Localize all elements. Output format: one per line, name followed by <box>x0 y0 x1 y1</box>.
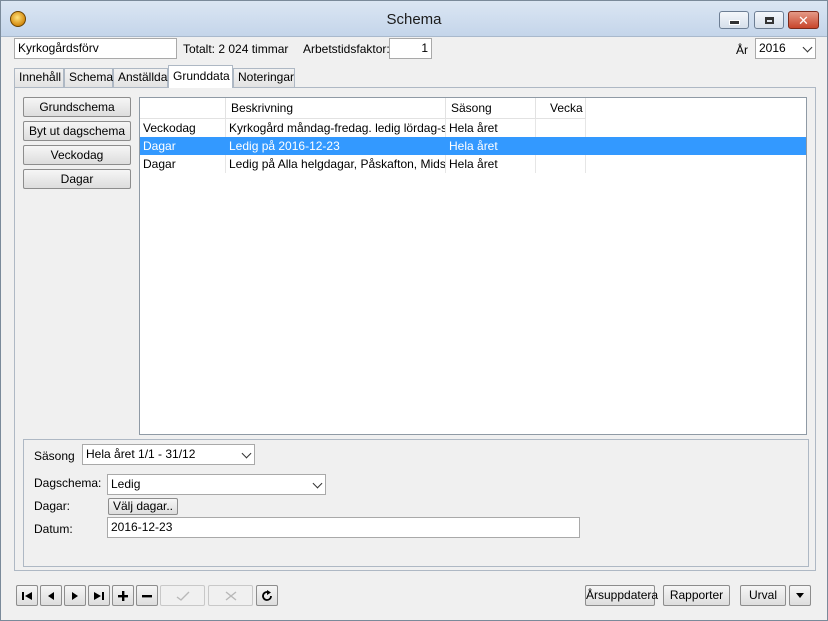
column-header-beskrivning[interactable]: Beskrivning <box>226 98 446 119</box>
row-description-cell: Kyrkogård måndag-fredag. ledig lördag-s.… <box>226 119 446 137</box>
plus-icon <box>118 590 128 601</box>
minimize-icon <box>728 20 740 25</box>
work-factor-label: Arbetstidsfaktor: <box>303 42 390 56</box>
minus-icon <box>142 594 152 597</box>
season-label: Säsong <box>34 449 75 463</box>
minimize-button[interactable] <box>719 11 749 29</box>
close-icon: ✕ <box>798 12 809 28</box>
year-select-value: 2016 <box>759 41 786 55</box>
row-week-cell <box>536 119 586 137</box>
arrow-right-icon <box>72 591 78 600</box>
row-description-cell: Ledig på 2016-12-23 <box>226 137 446 155</box>
dayschema-label: Dagschema: <box>34 476 102 490</box>
column-header-sasong[interactable]: Säsong <box>446 98 536 119</box>
selection-dropdown-button[interactable] <box>789 585 811 606</box>
veckodag-button[interactable]: Veckodag <box>23 145 131 165</box>
maximize-icon <box>764 16 774 24</box>
column-header-type[interactable] <box>140 98 226 119</box>
maximize-button[interactable] <box>754 11 784 29</box>
delete-record-button[interactable] <box>136 585 158 606</box>
work-factor-input[interactable]: 1 <box>389 38 432 59</box>
row-season-cell: Hela året <box>446 119 536 137</box>
reports-button[interactable]: Rapporter <box>663 585 730 606</box>
tab-grunddata[interactable]: Grunddata <box>168 65 233 88</box>
dagar-button[interactable]: Dagar <box>23 169 131 189</box>
date-input[interactable]: 2016-12-23 <box>107 517 580 538</box>
column-header-vecka[interactable]: Vecka <box>536 98 586 119</box>
tab-anstallda[interactable]: Anställda <box>113 68 168 87</box>
skip-first-icon <box>22 591 32 600</box>
table-row-selected[interactable]: Dagar Ledig på 2016-12-23 Hela året <box>140 137 806 155</box>
row-type-cell: Dagar <box>140 137 226 155</box>
add-record-button[interactable] <box>112 585 134 606</box>
byt-ut-dagschema-button[interactable]: Byt ut dagschema <box>23 121 131 141</box>
refresh-icon <box>262 589 272 601</box>
row-type-cell: Dagar <box>140 155 226 173</box>
checkmark-icon <box>176 591 189 601</box>
grid-header: Beskrivning Säsong Vecka <box>140 98 586 119</box>
cancel-x-icon <box>225 590 236 601</box>
row-week-cell <box>536 137 586 155</box>
refresh-button[interactable] <box>256 585 278 606</box>
tab-schema[interactable]: Schema <box>64 68 113 87</box>
confirm-button[interactable] <box>160 585 205 606</box>
grundschema-button[interactable]: Grundschema <box>23 97 131 117</box>
row-type-cell: Veckodag <box>140 119 226 137</box>
year-select[interactable]: 2016 <box>755 38 816 59</box>
tab-innehall[interactable]: Innehåll <box>14 68 64 87</box>
dayschema-select-value: Ledig <box>111 477 141 491</box>
chevron-down-icon <box>802 42 813 53</box>
year-update-button[interactable]: Årsuppdatera <box>585 585 658 606</box>
dayschema-select[interactable]: Ledig <box>107 474 326 495</box>
row-season-cell: Hela året <box>446 137 536 155</box>
unit-input[interactable]: Kyrkogårdsförv <box>14 38 177 59</box>
total-hours-text: Totalt: 2 024 timmar <box>183 42 289 56</box>
next-record-button[interactable] <box>64 585 86 606</box>
days-label: Dagar: <box>34 499 71 513</box>
season-select[interactable]: Hela året 1/1 - 31/12 <box>82 444 255 465</box>
chevron-down-icon <box>312 478 323 489</box>
year-label: År <box>736 43 748 57</box>
chevron-down-icon <box>796 593 804 598</box>
selection-button[interactable]: Urval <box>740 585 786 606</box>
cancel-button[interactable] <box>208 585 253 606</box>
title-bar: Schema ✕ <box>1 1 827 37</box>
last-record-button[interactable] <box>88 585 110 606</box>
arrow-left-icon <box>48 591 54 600</box>
row-week-cell <box>536 155 586 173</box>
season-select-value: Hela året 1/1 - 31/12 <box>86 447 196 461</box>
skip-last-icon <box>94 591 104 600</box>
previous-record-button[interactable] <box>40 585 62 606</box>
window-title: Schema <box>386 11 442 28</box>
schema-grid[interactable]: Beskrivning Säsong Vecka Veckodag Kyrkog… <box>139 97 807 435</box>
date-label: Datum: <box>34 522 73 536</box>
row-description-cell: Ledig på Alla helgdagar, Påskafton, Mids… <box>226 155 446 173</box>
row-season-cell: Hela året <box>446 155 536 173</box>
choose-days-button[interactable]: Välj dagar.. <box>108 498 178 515</box>
tab-noteringar[interactable]: Noteringar <box>233 68 295 87</box>
table-row[interactable]: Veckodag Kyrkogård måndag-fredag. ledig … <box>140 119 806 137</box>
table-row[interactable]: Dagar Ledig på Alla helgdagar, Påskafton… <box>140 155 806 173</box>
schema-window: Schema ✕ Kyrkogårdsförv Totalt: 2 024 ti… <box>0 0 828 621</box>
close-button[interactable]: ✕ <box>788 11 819 29</box>
first-record-button[interactable] <box>16 585 38 606</box>
chevron-down-icon <box>241 448 252 459</box>
